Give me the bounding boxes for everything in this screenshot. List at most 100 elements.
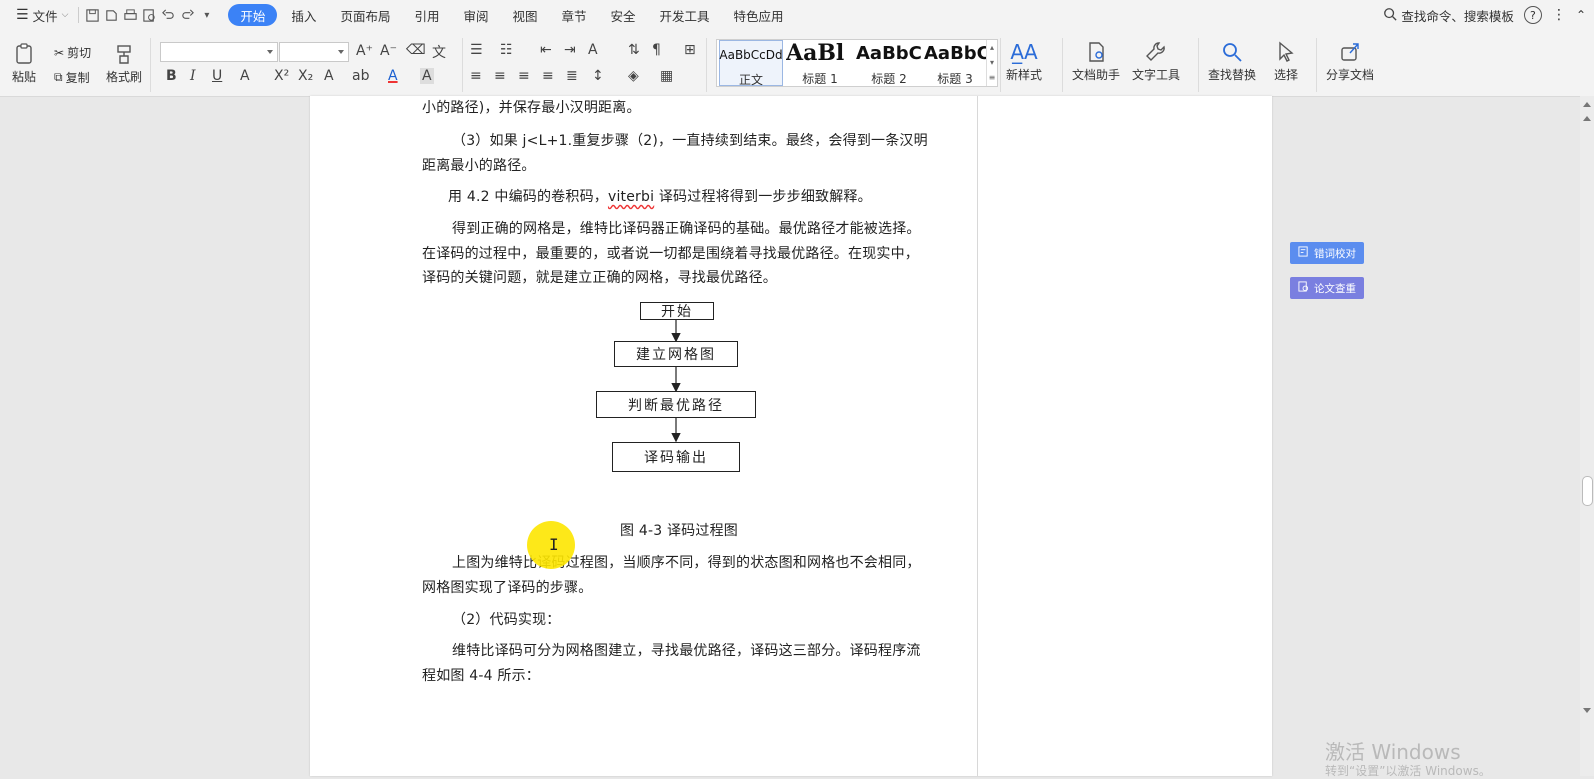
phonetic-guide-icon[interactable]: 文: [432, 42, 446, 62]
subscript-icon[interactable]: X₂: [298, 68, 313, 84]
style-preview: AaBbC: [856, 43, 922, 64]
tab-insert[interactable]: 插入: [279, 4, 328, 26]
distribute-icon[interactable]: ≣: [566, 68, 578, 84]
borders-icon[interactable]: ▦: [660, 68, 673, 84]
align-center-icon[interactable]: ≡: [494, 68, 506, 84]
doc-helper-button[interactable]: 文档助手: [1072, 38, 1120, 83]
shading-icon[interactable]: ◈: [628, 68, 639, 84]
paragraph-line: 上图为维特比译码过程图，当顺序不同，得到的状态图和网格也不会相同，: [452, 555, 921, 571]
page-margin-line: [977, 96, 978, 776]
customize-toolbar-icon[interactable]: ▾: [199, 8, 214, 23]
font-family-select[interactable]: [160, 42, 278, 62]
file-menu[interactable]: ☰ 文件 ⌵: [10, 6, 74, 25]
print-icon[interactable]: [123, 8, 138, 23]
char-shading-icon[interactable]: A: [420, 68, 434, 84]
spell-check-button[interactable]: 错词校对: [1290, 242, 1364, 264]
tab-view[interactable]: 视图: [500, 4, 549, 26]
align-right-icon[interactable]: ≡: [518, 68, 530, 84]
bullet-list-icon[interactable]: ☰: [470, 42, 483, 58]
show-marks-icon[interactable]: ¶: [652, 42, 661, 58]
text-tools-button[interactable]: 文字工具: [1132, 38, 1180, 83]
format-painter-button[interactable]: 格式刷: [106, 40, 142, 85]
style-gallery-scroll[interactable]: ▴ ▾ ≡: [986, 40, 997, 86]
paragraph-line: 程如图 4-4 所示：: [422, 668, 540, 684]
text-effect-icon[interactable]: A: [324, 68, 334, 84]
decrease-indent-icon[interactable]: ⇤: [540, 42, 552, 58]
divider: [1062, 38, 1063, 92]
style-preview: AaBl: [786, 40, 845, 66]
underline-icon[interactable]: U: [212, 68, 222, 84]
strikethrough-icon[interactable]: A: [240, 68, 250, 84]
scroll-up-icon[interactable]: [1583, 102, 1591, 107]
save-icon[interactable]: [85, 8, 100, 23]
flowchart-node-output: 译码输出: [612, 442, 740, 472]
vertical-scrollbar[interactable]: [1580, 96, 1594, 776]
italic-icon[interactable]: I: [190, 68, 196, 84]
search-commands[interactable]: 查找命令、搜索模板: [1383, 6, 1514, 25]
undo-icon[interactable]: [161, 8, 176, 23]
copy-button[interactable]: ⧉ 复制: [54, 69, 90, 86]
help-icon[interactable]: ?: [1523, 6, 1542, 24]
windows-activation-hint: 转到“设置”以激活 Windows。: [1325, 764, 1491, 778]
paragraph-line: （2）代码实现：: [452, 612, 561, 628]
style-normal[interactable]: AaBbCcDd 正文: [719, 40, 783, 87]
format-painter-label: 格式刷: [106, 70, 143, 84]
numbered-list-icon[interactable]: ☷: [500, 42, 513, 58]
export-pdf-icon[interactable]: [104, 8, 119, 23]
tab-developer[interactable]: 开发工具: [648, 4, 722, 26]
style-name: 标题 2: [871, 72, 907, 86]
share-doc-button[interactable]: 分享文档: [1326, 38, 1374, 83]
superscript-icon[interactable]: X²: [274, 68, 289, 84]
scroll-page-down-icon[interactable]: [1583, 708, 1591, 713]
new-style-button[interactable]: A̲A 新样式: [1006, 38, 1042, 83]
scroll-page-up-icon[interactable]: [1583, 116, 1591, 121]
collapse-ribbon-icon[interactable]: ⌃: [1576, 8, 1586, 22]
font-size-select[interactable]: [279, 42, 349, 62]
more-icon[interactable]: ⋮: [1552, 7, 1566, 23]
print-preview-icon[interactable]: [142, 8, 157, 23]
select-label: 选择: [1273, 68, 1298, 82]
style-heading-1[interactable]: AaBl 标题 1: [785, 40, 855, 86]
find-replace-label: 查找替换: [1208, 68, 1257, 82]
document-page: 小的路径)，并保存最小汉明距离。 （3）如果 j<L+1.重复步骤（2)，一直持…: [310, 96, 1272, 776]
thesis-check-button[interactable]: 论文查重: [1290, 277, 1364, 299]
tab-review[interactable]: 审阅: [451, 4, 500, 26]
search-icon: [1218, 38, 1246, 66]
doc-helper-label: 文档助手: [1072, 68, 1121, 82]
chinese-layout-icon[interactable]: A: [588, 42, 598, 58]
scroll-thumb[interactable]: [1582, 476, 1593, 506]
tab-chapter[interactable]: 章节: [550, 4, 599, 26]
figure-caption: 图 4-3 译码过程图: [620, 523, 738, 539]
paste-label: 粘贴: [11, 70, 36, 84]
line-spacing-icon[interactable]: ↕: [592, 68, 604, 84]
highlight-icon[interactable]: ab: [352, 68, 369, 84]
paste-button[interactable]: 粘贴: [10, 40, 38, 85]
tab-references[interactable]: 引用: [402, 4, 451, 26]
text-run: 译码过程将得到一步步细致解释。: [654, 189, 872, 205]
align-left-icon[interactable]: ≡: [470, 68, 482, 84]
redo-icon[interactable]: [180, 8, 195, 23]
style-name: 标题 1: [802, 72, 838, 86]
format-painter-icon: [110, 40, 138, 68]
increase-font-icon[interactable]: A⁺: [356, 43, 373, 59]
copy-icon: ⧉: [54, 70, 63, 84]
select-button[interactable]: 选择: [1272, 38, 1300, 83]
clear-format-icon[interactable]: ⌫: [406, 42, 426, 58]
tab-security[interactable]: 安全: [599, 4, 648, 26]
cut-button[interactable]: ✂ 剪切: [54, 44, 91, 61]
tab-home[interactable]: 开始: [228, 4, 278, 26]
text-run: 用 4.2 中编码的卷积码，: [448, 189, 608, 205]
font-color-icon[interactable]: A: [388, 68, 398, 84]
decrease-font-icon[interactable]: A⁻: [380, 43, 397, 59]
find-replace-button[interactable]: 查找替换: [1208, 38, 1256, 83]
bold-icon[interactable]: B: [166, 68, 177, 84]
tab-page-layout[interactable]: 页面布局: [328, 4, 402, 26]
style-heading-2[interactable]: AaBbC 标题 2: [855, 40, 923, 86]
justify-icon[interactable]: ≡: [542, 68, 554, 84]
style-heading-3[interactable]: AaBbC 标题 3: [923, 40, 987, 86]
table-tools-icon[interactable]: ⊞: [684, 42, 696, 58]
sort-icon[interactable]: ⇅: [628, 42, 640, 58]
share-doc-label: 分享文档: [1326, 68, 1375, 82]
tab-special[interactable]: 特色应用: [722, 4, 796, 26]
increase-indent-icon[interactable]: ⇥: [564, 42, 576, 58]
